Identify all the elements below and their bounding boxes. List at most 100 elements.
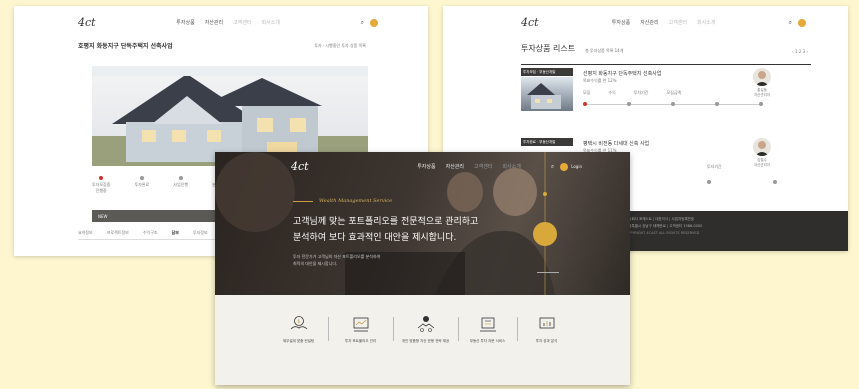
service-item[interactable]: 개인 맞춤형 자산 운용 전략 제공 [394, 315, 458, 385]
manager-avatar [753, 138, 771, 156]
step-dot-active [99, 176, 104, 180]
left-title-row: 호평지 화동지구 단독주택지 선축사업 투자 · 시행중인 투자 상품 목록 [14, 35, 428, 56]
user-label[interactable]: Login [571, 164, 582, 169]
slide-indicator[interactable] [537, 272, 559, 273]
right-nav-item[interactable]: 회사소개 [697, 19, 715, 26]
step-dot [139, 176, 144, 180]
item-stat: 수익 [608, 90, 616, 95]
step-dot [178, 176, 183, 180]
pagination[interactable]: ‹ 1 2 3 › [792, 49, 808, 54]
progress-dot [671, 102, 675, 106]
page-meta: 투자 · 시행중인 투자 상품 목록 [314, 42, 366, 48]
item-stats: 투자기간 [707, 164, 722, 170]
tab-invest[interactable]: 투자정보 [193, 230, 208, 236]
left-nav-item[interactable]: 회사소개 [262, 19, 280, 26]
item-sub: 목표수익률 연 12% [583, 78, 617, 83]
item-stat: 모집 [583, 90, 591, 95]
item-progress-dots [707, 180, 777, 184]
graph-icon [539, 317, 554, 329]
manager-name: 홍길동 자산관리자 [753, 88, 771, 97]
item-stat: 투자기간 [633, 90, 649, 95]
left-header-right: ⌕ [361, 18, 378, 27]
item-stats: 모집 수익 투자기간 모집금액 [583, 90, 681, 96]
right-header: 4ct 투자상품 자산관리 고객센터 회사소개 ⌕ [443, 6, 848, 35]
service-item[interactable]: 투자 성과 분석 [518, 315, 576, 385]
footer-line: 서울특별시 강남구 테헤란로 | 고객센터 1588-0000 [625, 224, 703, 228]
service-label: 재무설계 맞춤 컨설팅 [282, 339, 315, 343]
item-badge: 투자완료 · 부동산개발 [521, 138, 573, 146]
service-item[interactable]: 부동산 투자 자문 서비스 [459, 315, 517, 385]
list-title-row: 투자상품 리스트 총 투자상품 목록 14개 ‹ 1 2 3 › [443, 35, 848, 60]
progress-dot [627, 102, 631, 106]
list-title: 투자상품 리스트 [521, 44, 576, 53]
progress-dot [773, 180, 777, 184]
center-header: 4ct 투자상품 자산관리 고객센터 회사소개 ⌕ Login [215, 152, 630, 173]
building-icon [479, 317, 496, 332]
tab-revenue[interactable]: 수익구조 [143, 230, 158, 236]
center-nav-item[interactable]: 고객센터 [474, 163, 492, 170]
service-label: 부동산 투자 자문 서비스 [469, 339, 506, 343]
tab-project[interactable]: 프로젝트정보 [107, 230, 129, 236]
left-nav-item[interactable]: 투자상품 [176, 19, 194, 26]
hero-small-text: Wealth Management Service [319, 198, 393, 204]
handshake-icon [417, 316, 434, 332]
step: 투자모집중 진행중 [92, 176, 110, 194]
center-nav-item[interactable]: 투자상품 [417, 163, 435, 170]
page-title: 호평지 화동지구 단독주택지 선축사업 [78, 43, 173, 50]
item-stat: 모집금액 [666, 90, 682, 95]
center-logo[interactable]: 4ct [291, 160, 309, 173]
step-label: 투자완료 [134, 182, 150, 187]
right-nav: 투자상품 자산관리 고객센터 회사소개 [612, 19, 716, 26]
center-nav-item[interactable]: 자산관리 [446, 163, 464, 170]
left-logo[interactable]: 4ct [78, 16, 96, 29]
search-icon[interactable]: ⌕ [551, 163, 554, 171]
hero-desc-line2: 최적의 대안을 제시합니다. [293, 261, 338, 266]
chart-screen-icon [353, 317, 368, 332]
dark-bar-left: NEW [98, 213, 108, 219]
center-nav-item[interactable]: 회사소개 [502, 163, 520, 170]
hero-title-line2: 분석하여 보다 효과적인 대안을 제시합니다. [293, 233, 457, 243]
left-nav-item[interactable]: 자산관리 [205, 19, 223, 26]
user-avatar[interactable] [560, 162, 569, 171]
left-header: 4ct 투자상품 자산관리 고객센터 회사소개 ⌕ [14, 6, 428, 35]
right-logo[interactable]: 4ct [521, 16, 539, 29]
item-progress-dots [583, 102, 763, 106]
item-stat: 투자기간 [707, 164, 722, 169]
manager-avatar [753, 68, 771, 86]
list-divider [521, 64, 811, 65]
progress-dot [715, 102, 719, 106]
service-item[interactable]: 투자 포트폴리오 관리 [329, 315, 393, 385]
service-item[interactable]: $ 재무설계 맞춤 컨설팅 [270, 315, 328, 385]
search-icon[interactable]: ⌕ [789, 19, 792, 27]
item-title: 평택시 비전동 다세대 신축 사업 [583, 141, 650, 147]
item-thumbnail [521, 77, 573, 111]
services-section: $ 재무설계 맞춤 컨설팅 투자 포트폴리오 관리 개인 맞춤형 자산 운용 전… [215, 295, 630, 385]
service-label: 투자 포트폴리오 관리 [344, 339, 377, 343]
user-avatar[interactable] [798, 18, 806, 27]
item-badge: 투자모집 · 부동산개발 [521, 68, 573, 76]
center-nav: 투자상품 자산관리 고객센터 회사소개 [417, 163, 521, 170]
right-nav-item[interactable]: 고객센터 [669, 19, 687, 26]
hero-title-line1: 고객님께 맞는 포트폴리오를 전문적으로 관리하고 [293, 217, 479, 227]
right-nav-item[interactable]: 자산관리 [640, 19, 658, 26]
step: 사업진행 [173, 176, 188, 194]
tagline-line [293, 200, 313, 202]
list-subtitle: 총 투자상품 목록 14개 [585, 48, 624, 53]
right-nav-item[interactable]: 투자상품 [612, 19, 630, 26]
left-nav-item[interactable]: 고객센터 [233, 19, 251, 26]
list-item[interactable]: 투자모집 · 부동산개발 선평지 화동지구 단독주택지 선축사업 목표수익률 연… [521, 68, 811, 128]
footer-line: 주식회사 포캐스트 | 대표이사 | 사업자등록번호 [625, 217, 695, 221]
tab-collateral[interactable]: 담보 [172, 230, 179, 236]
coin-hand-icon: $ [290, 316, 307, 330]
step: 투자완료 [134, 176, 149, 194]
search-icon[interactable]: ⌕ [361, 19, 364, 27]
hero-desc-line1: 투자 전문가가 고객님의 자산 포트폴리오를 분석하여 [293, 254, 381, 259]
service-label: 개인 맞춤형 자산 운용 전략 제공 [401, 339, 450, 343]
tab-summary[interactable]: 요약정보 [78, 230, 93, 236]
left-nav: 투자상품 자산관리 고객센터 회사소개 [176, 19, 280, 26]
progress-dot [583, 102, 587, 106]
right-header-right: ⌕ [789, 18, 806, 27]
hero-section: 4ct 투자상품 자산관리 고객센터 회사소개 ⌕ Login Wealth M… [215, 152, 630, 295]
user-avatar[interactable] [370, 18, 378, 27]
house-image [92, 66, 368, 166]
